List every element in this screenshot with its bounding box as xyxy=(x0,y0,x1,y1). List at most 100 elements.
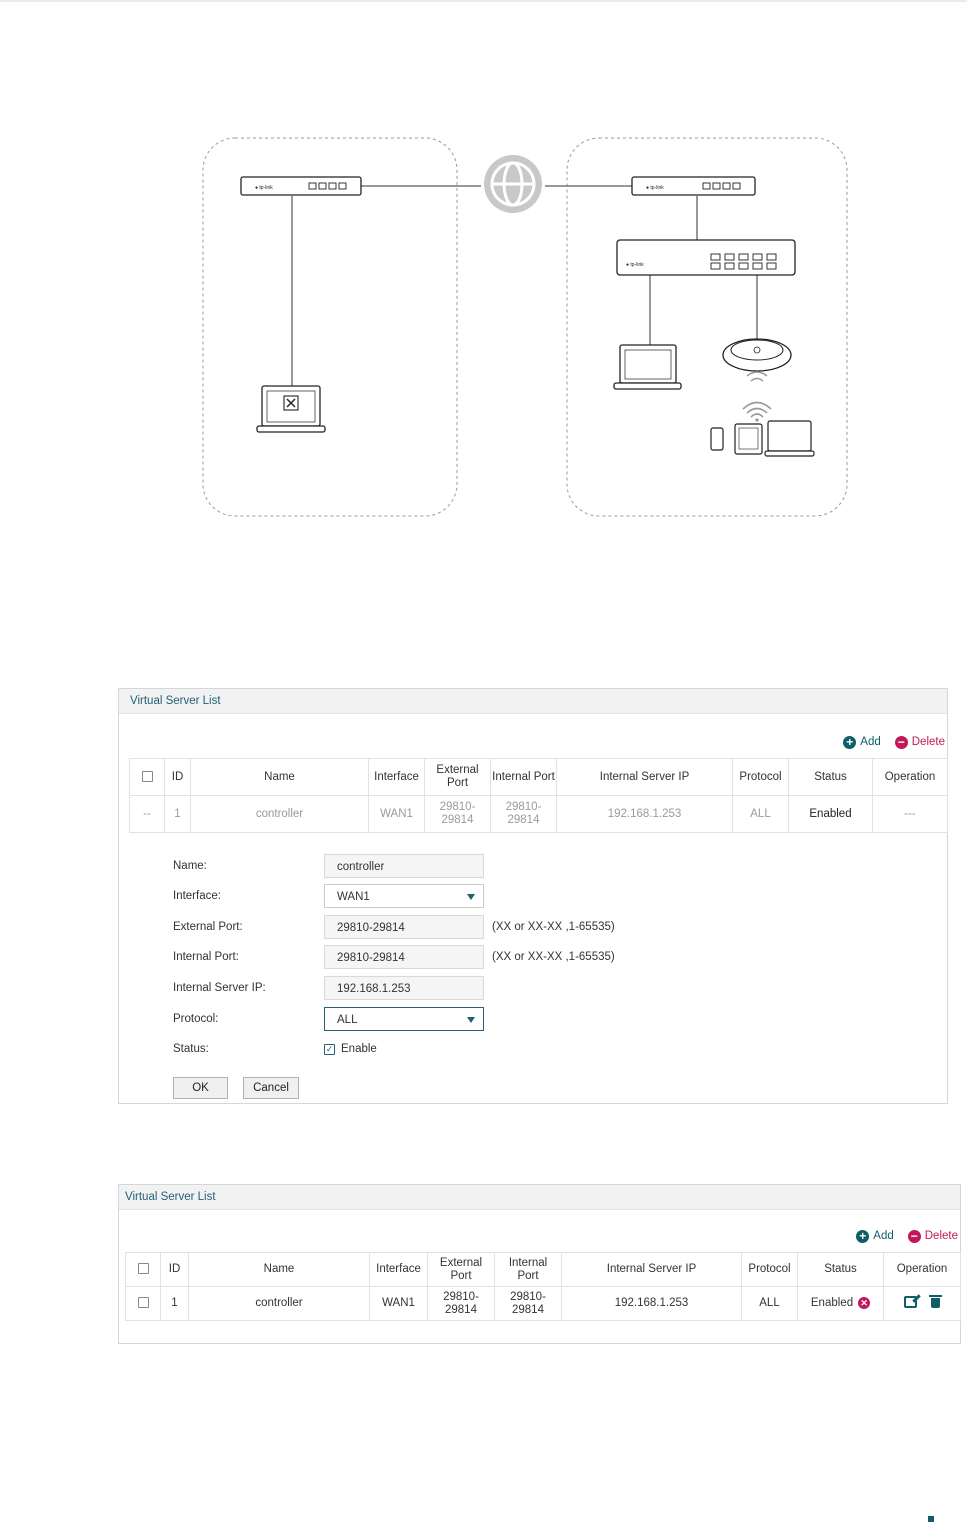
virtual-server-table: ID Name Interface External Port Internal… xyxy=(125,1252,961,1321)
enable-checkbox[interactable]: ✓ xyxy=(324,1043,335,1055)
ok-button[interactable]: OK xyxy=(173,1077,228,1099)
col-id: ID xyxy=(164,758,191,796)
table-header-row: ID Name Interface External Port Internal… xyxy=(125,1252,961,1287)
add-label: Add xyxy=(873,1230,894,1242)
disable-x-icon[interactable]: ✕ xyxy=(858,1296,871,1309)
table-header-row: ID Name Interface External Port Internal… xyxy=(129,758,948,796)
internal-port-label: Internal Port: xyxy=(173,951,239,963)
cancel-button[interactable]: Cancel xyxy=(243,1077,299,1099)
svg-text:● tp-link: ● tp-link xyxy=(255,185,273,191)
virtual-server-list-edit-panel: Virtual Server List + Add − Delete ID Na… xyxy=(118,688,948,1104)
row-status-cell: Enabled ✕ xyxy=(797,1286,884,1321)
col-internal-server-ip: Internal Server IP xyxy=(556,758,733,796)
router-icon: ● tp-link xyxy=(240,176,362,196)
row-select: -- xyxy=(129,795,165,833)
row-status: Enabled xyxy=(810,1297,854,1310)
row-interface: WAN1 xyxy=(368,795,425,833)
laptop-icon xyxy=(613,344,682,390)
protocol-select[interactable]: ALL xyxy=(324,1007,484,1031)
minus-icon: − xyxy=(894,735,908,749)
col-internal-port: Internal Port xyxy=(494,1252,562,1287)
list-toolbar: + Add − Delete xyxy=(843,732,947,752)
internal-port-input[interactable]: 29810-29814 xyxy=(324,945,484,969)
interface-label: Interface: xyxy=(173,890,221,902)
virtual-server-list-panel: Virtual Server List + Add − Delete ID Na… xyxy=(118,1184,961,1344)
wifi-icon xyxy=(742,401,772,422)
form-row-internal-port: Internal Port: 29810-29814 (XX or XX-XX … xyxy=(173,944,615,970)
panel-title: Virtual Server List xyxy=(119,689,947,714)
row-id: 1 xyxy=(160,1286,189,1321)
switch-icon: ● tp-link xyxy=(616,239,796,276)
select-all-checkbox[interactable] xyxy=(141,770,153,782)
select-all-header xyxy=(125,1252,161,1287)
svg-text:● tp-link: ● tp-link xyxy=(646,185,664,191)
row-operation: --- xyxy=(872,795,948,833)
col-operation: Operation xyxy=(883,1252,961,1287)
top-divider xyxy=(0,0,967,2)
laptop-icon xyxy=(764,420,815,457)
interface-value: WAN1 xyxy=(337,891,370,903)
col-interface: Interface xyxy=(368,758,425,796)
access-point-icon xyxy=(722,338,792,382)
row-name: controller xyxy=(190,795,369,833)
row-external-port: 29810-29814 xyxy=(427,1286,495,1321)
row-protocol: ALL xyxy=(741,1286,798,1321)
add-button[interactable]: + Add xyxy=(843,735,881,749)
form-row-ip: Internal Server IP: 192.168.1.253 xyxy=(173,975,484,1001)
caret-down-icon xyxy=(467,1017,475,1023)
row-protocol: ALL xyxy=(732,795,789,833)
add-button[interactable]: + Add xyxy=(856,1229,894,1243)
external-port-hint: (XX or XX-XX ,1-65535) xyxy=(492,921,615,933)
row-internal-port: 29810-29814 xyxy=(494,1286,562,1321)
router-icon: ● tp-link xyxy=(631,176,756,196)
list-toolbar: + Add − Delete xyxy=(856,1226,960,1246)
tablet-icon xyxy=(734,423,763,455)
form-row-external-port: External Port: 29810-29814 (XX or XX-XX … xyxy=(173,914,615,940)
row-internal-port: 29810-29814 xyxy=(490,795,557,833)
form-row-protocol: Protocol: ALL xyxy=(173,1006,484,1032)
edit-icon[interactable] xyxy=(904,1295,917,1308)
edit-form: Name: controller Interface: WAN1 Externa… xyxy=(131,835,947,1105)
col-name: Name xyxy=(188,1252,370,1287)
status-label: Status: xyxy=(173,1043,209,1055)
protocol-value: ALL xyxy=(337,1014,358,1026)
row-checkbox[interactable] xyxy=(137,1297,149,1309)
delete-label: Delete xyxy=(911,736,945,748)
table-row: 1 controller WAN1 29810-29814 29810-2981… xyxy=(125,1286,961,1321)
delete-button[interactable]: − Delete xyxy=(894,735,945,749)
form-row-status: Status: ✓ Enable xyxy=(173,1036,377,1062)
protocol-label: Protocol: xyxy=(173,1013,219,1025)
interface-select[interactable]: WAN1 xyxy=(324,884,484,908)
row-interface: WAN1 xyxy=(369,1286,428,1321)
col-status: Status xyxy=(788,758,873,796)
form-row-interface: Interface: WAN1 xyxy=(173,883,484,909)
col-internal-port: Internal Port xyxy=(490,758,557,796)
col-protocol: Protocol xyxy=(732,758,789,796)
add-label: Add xyxy=(860,736,881,748)
row-select xyxy=(125,1286,161,1321)
trash-icon[interactable] xyxy=(929,1294,942,1308)
col-internal-server-ip: Internal Server IP xyxy=(561,1252,742,1287)
col-protocol: Protocol xyxy=(741,1252,798,1287)
col-name: Name xyxy=(190,758,369,796)
name-label: Name: xyxy=(173,860,207,872)
virtual-server-table: ID Name Interface External Port Internal… xyxy=(129,758,948,833)
laptop-icon xyxy=(256,385,326,433)
row-internal-server-ip: 192.168.1.253 xyxy=(556,795,733,833)
external-port-input[interactable]: 29810-29814 xyxy=(324,915,484,939)
network-topology-diagram: ● tp-link ● tp-link ● tp-link xyxy=(202,137,848,517)
col-external-port: External Port xyxy=(424,758,491,796)
svg-text:● tp-link: ● tp-link xyxy=(626,262,644,268)
external-port-label: External Port: xyxy=(173,921,243,933)
select-all-checkbox[interactable] xyxy=(137,1263,149,1275)
col-external-port: External Port xyxy=(427,1252,495,1287)
plus-icon: + xyxy=(856,1229,870,1243)
col-status: Status xyxy=(797,1252,884,1287)
select-all-header xyxy=(129,758,165,796)
internal-port-hint: (XX or XX-XX ,1-65535) xyxy=(492,951,615,963)
internal-server-ip-label: Internal Server IP: xyxy=(173,982,266,994)
name-input[interactable]: controller xyxy=(324,854,484,878)
delete-button[interactable]: − Delete xyxy=(907,1229,958,1243)
internal-server-ip-input[interactable]: 192.168.1.253 xyxy=(324,976,484,1000)
caret-down-icon xyxy=(467,894,475,900)
